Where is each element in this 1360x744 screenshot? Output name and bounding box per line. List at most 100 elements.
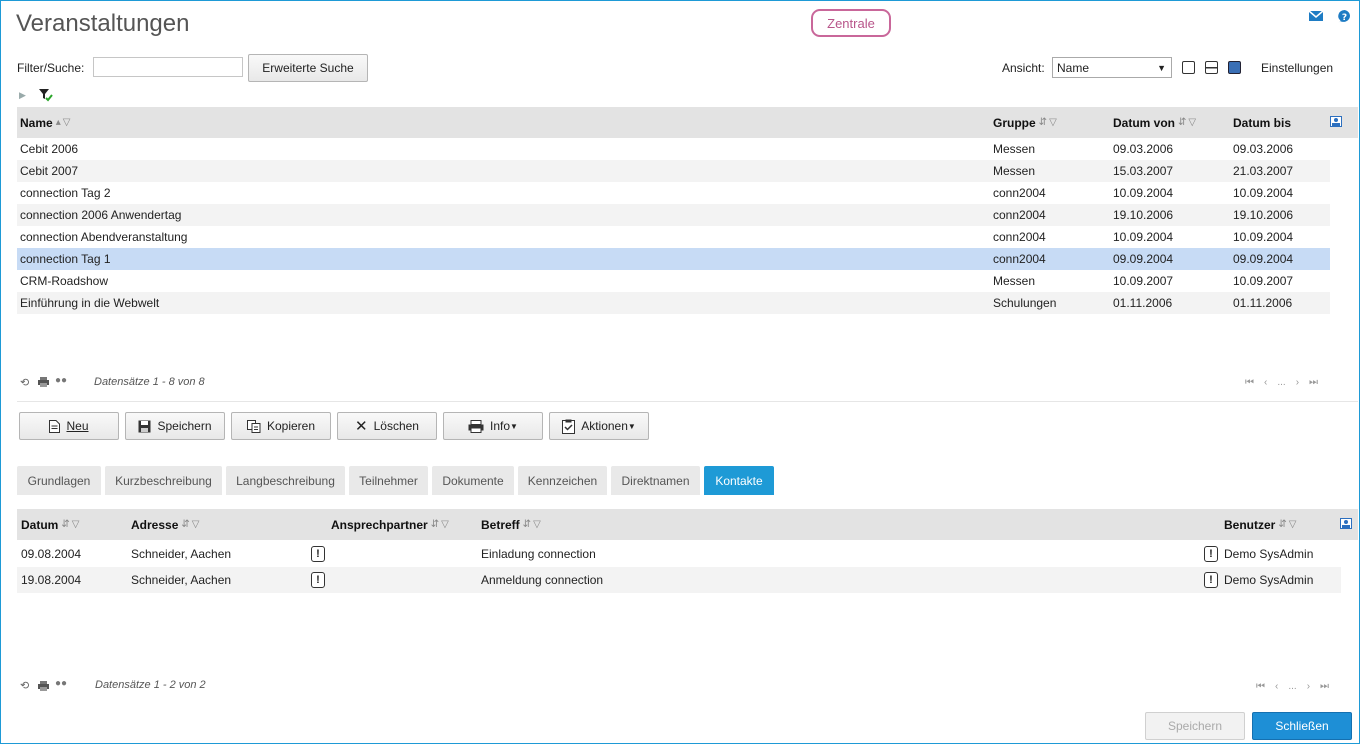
cell-from: 10.09.2004 bbox=[1113, 230, 1174, 244]
floppy-icon bbox=[138, 420, 151, 432]
zentrale-badge[interactable]: Zentrale bbox=[811, 9, 891, 37]
tab-kurzbeschreibung[interactable]: Kurzbeschreibung bbox=[105, 466, 222, 495]
events-record-count: Datensätze 1 - 8 von 8 bbox=[94, 376, 205, 388]
cell-user: Demo SysAdmin bbox=[1224, 573, 1314, 587]
export-icon[interactable]: ●● bbox=[55, 375, 67, 386]
filter-active-icon[interactable] bbox=[38, 88, 54, 105]
advanced-search-button[interactable]: Erweiterte Suche bbox=[248, 54, 368, 82]
actions-button[interactable]: Aktionen ▼ bbox=[549, 412, 649, 440]
column-header-betreff[interactable]: Betreff ⇵ ▽ bbox=[481, 509, 541, 540]
help-icon[interactable]: ? bbox=[1337, 9, 1353, 25]
sort-icon: ⇵ bbox=[522, 519, 531, 530]
column-header-datum[interactable]: Datum ⇵ ▽ bbox=[21, 509, 79, 540]
tab-langbeschreibung[interactable]: Langbeschreibung bbox=[226, 466, 345, 495]
table-row[interactable]: Cebit 2006 Messen 09.03.2006 09.03.2006 bbox=[17, 138, 1330, 160]
exclamation-icon[interactable]: ! bbox=[311, 572, 325, 588]
page-ellipsis: ... bbox=[1288, 681, 1297, 692]
column-filter-icon: ▽ bbox=[1049, 117, 1057, 128]
cell-date: 19.08.2004 bbox=[21, 573, 82, 587]
column-header-datum-von[interactable]: Datum von ⇵ ▽ bbox=[1113, 107, 1196, 138]
svg-text:?: ? bbox=[1342, 13, 1347, 23]
prev-page-icon[interactable]: ‹ bbox=[1275, 681, 1278, 692]
cell-to: 10.09.2007 bbox=[1233, 274, 1294, 288]
prev-page-icon[interactable]: ‹ bbox=[1264, 377, 1267, 388]
column-header-name[interactable]: Name ▴ ▽ bbox=[20, 107, 70, 138]
cell-name: connection 2006 Anwendertag bbox=[20, 208, 182, 222]
tab-grundlagen[interactable]: Grundlagen bbox=[17, 466, 101, 495]
export-icon[interactable]: ●● bbox=[55, 678, 67, 689]
view-layout-1-icon[interactable] bbox=[1182, 61, 1195, 74]
view-select[interactable]: Name ▼ bbox=[1052, 57, 1172, 78]
column-header-ansprechpartner[interactable]: Ansprechpartner ⇵ ▽ bbox=[331, 509, 449, 540]
printer-icon bbox=[468, 419, 484, 433]
contacts-pager: ⏮ ‹ ... › ⏭ bbox=[1256, 681, 1329, 692]
column-header-adresse[interactable]: Adresse ⇵ ▽ bbox=[131, 509, 199, 540]
cell-group: conn2004 bbox=[993, 230, 1046, 244]
tab-teilnehmer[interactable]: Teilnehmer bbox=[349, 466, 428, 495]
footer-save-button[interactable]: Speichern bbox=[1145, 712, 1245, 740]
advanced-search-label: Erweiterte Suche bbox=[262, 61, 354, 75]
cell-group: Messen bbox=[993, 164, 1036, 178]
cell-group: conn2004 bbox=[993, 252, 1046, 266]
exclamation-icon[interactable]: ! bbox=[1204, 546, 1218, 562]
last-page-icon[interactable]: ⏭ bbox=[1309, 377, 1318, 388]
first-page-icon[interactable]: ⏮ bbox=[1256, 681, 1265, 692]
cell-from: 09.09.2004 bbox=[1113, 252, 1174, 266]
refresh-icon[interactable]: ⟲ bbox=[20, 679, 29, 692]
tab-kontakte[interactable]: Kontakte bbox=[704, 466, 774, 495]
print-icon[interactable] bbox=[38, 680, 49, 694]
info-button-label: Info bbox=[490, 419, 511, 433]
next-page-icon[interactable]: › bbox=[1296, 377, 1299, 388]
cell-to: 01.11.2006 bbox=[1233, 296, 1293, 310]
table-row[interactable]: connection Tag 1 conn2004 09.09.2004 09.09.… bbox=[17, 248, 1330, 270]
delete-button[interactable]: ✕ Löschen bbox=[337, 412, 437, 440]
table-row[interactable]: 19.08.2004 Schneider, Aachen Anmeldung con… bbox=[17, 567, 1341, 593]
cell-name: connection Abendveranstaltung bbox=[20, 230, 188, 244]
cell-to: 09.03.2006 bbox=[1233, 142, 1294, 156]
view-layout-3-icon[interactable] bbox=[1228, 61, 1241, 74]
table-row[interactable]: Einführung in die Webwelt Schulungen 01.11… bbox=[17, 292, 1330, 314]
filter-search-input[interactable] bbox=[93, 57, 243, 77]
cell-subject: Einladung connection bbox=[481, 547, 596, 561]
save-button[interactable]: Speichern bbox=[125, 412, 225, 440]
table-row[interactable]: Cebit 2007 Messen 15.03.2007 21.03.2007 bbox=[17, 160, 1330, 182]
exclamation-icon[interactable]: ! bbox=[1204, 572, 1218, 588]
refresh-icon[interactable]: ⟲ bbox=[20, 376, 29, 389]
save-button-label: Speichern bbox=[157, 419, 212, 433]
settings-link[interactable]: Einstellungen bbox=[1261, 61, 1333, 75]
new-button[interactable]: Neu bbox=[19, 412, 119, 440]
cell-to: 09.09.2004 bbox=[1233, 252, 1294, 266]
tab-kennzeichen[interactable]: Kennzeichen bbox=[518, 466, 607, 495]
mail-icon[interactable] bbox=[1308, 9, 1324, 25]
cell-from: 01.11.2006 bbox=[1113, 296, 1173, 310]
expand-arrow-icon[interactable]: ▶ bbox=[19, 90, 26, 101]
print-icon[interactable] bbox=[38, 376, 49, 390]
copy-button[interactable]: Kopieren bbox=[231, 412, 331, 440]
table-row[interactable]: 09.08.2004 Schneider, Aachen Einladung con… bbox=[17, 541, 1341, 567]
last-page-icon[interactable]: ⏭ bbox=[1320, 681, 1329, 692]
dropdown-arrow-icon: ▼ bbox=[510, 421, 518, 431]
table-row[interactable]: connection 2006 Anwendertag conn2004 19.10… bbox=[17, 204, 1330, 226]
tab-direktnamen[interactable]: Direktnamen bbox=[611, 466, 700, 495]
next-page-icon[interactable]: › bbox=[1307, 681, 1310, 692]
cell-to: 19.10.2006 bbox=[1233, 208, 1294, 222]
first-page-icon[interactable]: ⏮ bbox=[1245, 377, 1254, 388]
view-layout-2-icon[interactable] bbox=[1205, 61, 1218, 74]
close-x-icon: ✕ bbox=[355, 418, 368, 435]
exclamation-icon[interactable]: ! bbox=[311, 546, 325, 562]
tab-dokumente[interactable]: Dokumente bbox=[432, 466, 514, 495]
column-chooser-icon[interactable] bbox=[1330, 116, 1342, 130]
close-button[interactable]: Schließen bbox=[1252, 712, 1352, 740]
column-header-benutzer[interactable]: Benutzer ⇵ ▽ bbox=[1224, 509, 1297, 540]
column-filter-icon: ▽ bbox=[441, 519, 449, 530]
table-row[interactable]: CRM-Roadshow Messen 10.09.2007 10.09.2007 bbox=[17, 270, 1330, 292]
document-icon bbox=[49, 419, 61, 433]
info-button[interactable]: Info ▼ bbox=[443, 412, 543, 440]
table-row[interactable]: connection Tag 2 conn2004 10.09.2004 10.09.… bbox=[17, 182, 1330, 204]
table-row[interactable]: connection Abendveranstaltung conn2004 10.… bbox=[17, 226, 1330, 248]
cell-to: 10.09.2004 bbox=[1233, 186, 1294, 200]
column-header-gruppe[interactable]: Gruppe ⇵ ▽ bbox=[993, 107, 1057, 138]
column-filter-icon: ▽ bbox=[1288, 519, 1297, 530]
column-chooser-icon[interactable] bbox=[1340, 518, 1352, 532]
column-header-datum-bis[interactable]: Datum bis bbox=[1233, 107, 1291, 138]
